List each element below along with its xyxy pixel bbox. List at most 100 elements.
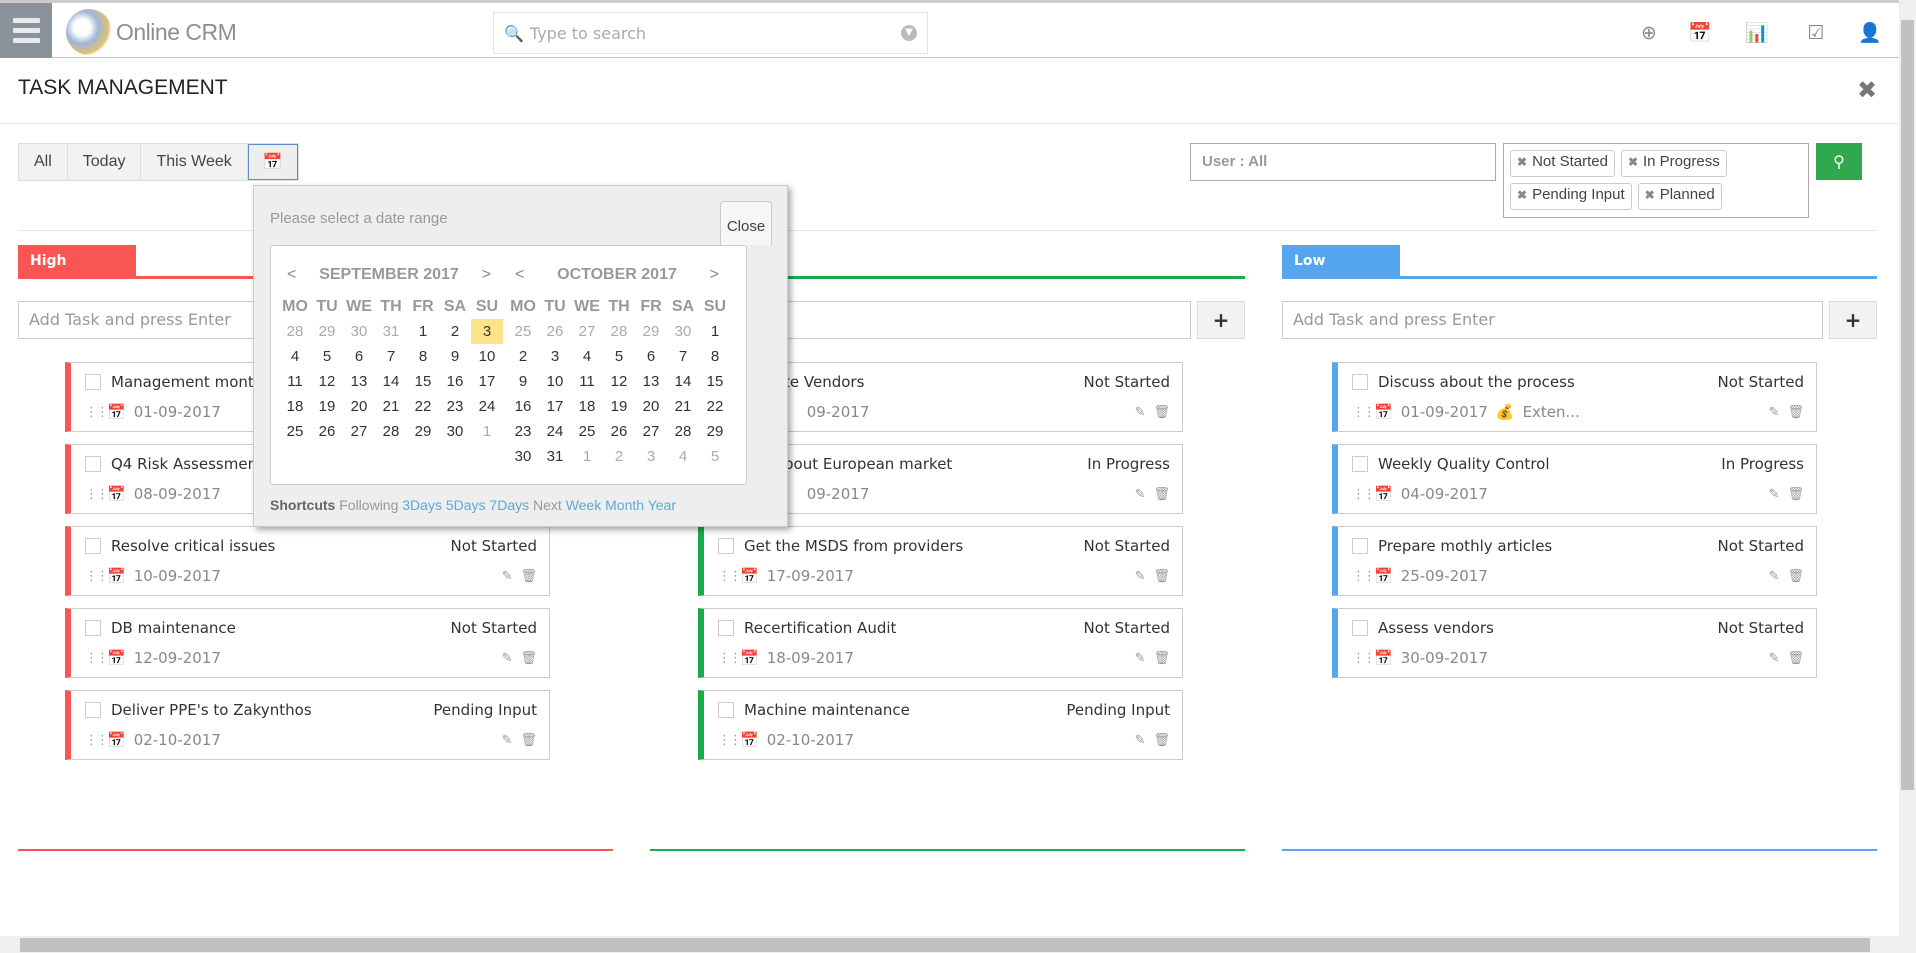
day-cell[interactable]: 3 <box>539 344 571 369</box>
day-cell[interactable]: 9 <box>507 369 539 394</box>
task-checkbox[interactable] <box>85 620 101 636</box>
task-title[interactable]: Machine maintenance <box>744 701 910 719</box>
day-cell[interactable]: 27 <box>571 319 603 344</box>
day-cell[interactable]: 29 <box>407 419 439 444</box>
day-cell[interactable]: 28 <box>279 319 311 344</box>
remove-icon[interactable]: ✖ <box>1517 188 1527 202</box>
task-card[interactable]: DB maintenance Not Started ⋮⋮ 📅 12-09-2017 … <box>65 608 550 678</box>
trash-icon[interactable]: 🗑 <box>520 733 537 748</box>
day-cell[interactable]: 10 <box>539 369 571 394</box>
drag-handle-icon[interactable]: ⋮⋮ <box>1352 405 1376 420</box>
drag-handle-icon[interactable]: ⋮⋮ <box>85 651 109 666</box>
plus-circle-icon[interactable]: ⊕ <box>1637 21 1661 45</box>
drag-handle-icon[interactable]: ⋮⋮ <box>85 733 109 748</box>
task-card[interactable]: Weekly Quality Control In Progress ⋮⋮ 📅 04-… <box>1332 444 1817 514</box>
user-icon[interactable]: 👤 <box>1858 21 1882 45</box>
task-title[interactable]: Get the MSDS from providers <box>744 537 963 555</box>
day-cell[interactable]: 24 <box>539 419 571 444</box>
day-cell[interactable]: 2 <box>439 319 471 344</box>
day-cell[interactable]: 13 <box>635 369 667 394</box>
day-cell[interactable]: 29 <box>699 419 731 444</box>
add-task-button[interactable]: + <box>1829 301 1877 339</box>
task-checkbox[interactable] <box>1352 374 1368 390</box>
filter-all-button[interactable]: All <box>19 144 68 180</box>
day-cell[interactable]: 28 <box>667 419 699 444</box>
task-checkbox[interactable] <box>1352 620 1368 636</box>
drag-handle-icon[interactable]: ⋮⋮ <box>85 487 109 502</box>
day-cell[interactable]: 30 <box>667 319 699 344</box>
task-checkbox[interactable] <box>85 456 101 472</box>
day-cell[interactable]: 27 <box>343 419 375 444</box>
day-cell[interactable]: 23 <box>507 419 539 444</box>
drag-handle-icon[interactable]: ⋮⋮ <box>1352 569 1376 584</box>
edit-icon[interactable]: ✎ <box>502 733 513 748</box>
edit-icon[interactable]: ✎ <box>502 569 513 584</box>
task-title[interactable]: bout European market <box>784 455 952 473</box>
edit-icon[interactable]: ✎ <box>1769 405 1780 420</box>
day-cell[interactable]: 21 <box>667 394 699 419</box>
day-cell[interactable]: 5 <box>311 344 343 369</box>
task-checkbox[interactable] <box>718 702 734 718</box>
shortcut-7days[interactable]: 7Days <box>489 497 529 513</box>
remove-icon[interactable]: ✖ <box>1645 188 1655 202</box>
day-cell[interactable]: 26 <box>311 419 343 444</box>
logo[interactable]: Online CRM <box>66 9 237 55</box>
task-title[interactable]: Assess vendors <box>1378 619 1494 637</box>
day-cell[interactable]: 11 <box>279 369 311 394</box>
trash-icon[interactable]: 🗑 <box>1787 569 1804 584</box>
day-cell[interactable]: 22 <box>699 394 731 419</box>
day-cell[interactable]: 30 <box>439 419 471 444</box>
task-checkbox[interactable] <box>85 374 101 390</box>
edit-icon[interactable]: ✎ <box>1769 487 1780 502</box>
day-cell[interactable]: 1 <box>699 319 731 344</box>
column-tab[interactable]: High <box>18 245 136 276</box>
day-cell[interactable]: 26 <box>539 319 571 344</box>
checkbox-icon[interactable]: ☑ <box>1804 21 1828 45</box>
task-checkbox[interactable] <box>718 538 734 554</box>
task-card[interactable]: Resolve critical issues Not Started ⋮⋮ 📅 10… <box>65 526 550 596</box>
task-card[interactable]: Get the MSDS from providers Not Started ⋮… <box>698 526 1183 596</box>
trash-icon[interactable]: 🗑 <box>1153 733 1170 748</box>
edit-icon[interactable]: ✎ <box>1135 733 1146 748</box>
shortcut-week[interactable]: Week <box>566 497 602 513</box>
day-cell[interactable]: 15 <box>699 369 731 394</box>
task-card[interactable]: Deliver PPE's to Zakynthos Pending Input … <box>65 690 550 760</box>
shortcut-3days[interactable]: 3Days <box>402 497 442 513</box>
edit-icon[interactable]: ✎ <box>1769 651 1780 666</box>
day-cell[interactable]: 1 <box>407 319 439 344</box>
edit-icon[interactable]: ✎ <box>1135 569 1146 584</box>
horizontal-scrollbar[interactable] <box>0 936 1916 953</box>
menu-toggle-button[interactable] <box>0 3 52 58</box>
day-cell[interactable]: 7 <box>667 344 699 369</box>
task-title[interactable]: Management month <box>111 373 263 391</box>
add-task-button[interactable]: + <box>1197 301 1245 339</box>
task-checkbox[interactable] <box>718 620 734 636</box>
task-card[interactable]: Assess vendors Not Started ⋮⋮ 📅 30-09-2017 … <box>1332 608 1817 678</box>
next-month-button[interactable]: > <box>482 266 491 284</box>
day-cell[interactable]: 7 <box>375 344 407 369</box>
shortcut-5days[interactable]: 5Days <box>446 497 486 513</box>
filter-today-button[interactable]: Today <box>68 144 142 180</box>
day-cell[interactable]: 12 <box>311 369 343 394</box>
day-cell[interactable]: 16 <box>439 369 471 394</box>
day-cell[interactable]: 25 <box>507 319 539 344</box>
day-cell[interactable]: 4 <box>667 444 699 469</box>
day-cell[interactable]: 20 <box>635 394 667 419</box>
drag-handle-icon[interactable]: ⋮⋮ <box>1352 487 1376 502</box>
day-cell[interactable]: 3 <box>635 444 667 469</box>
day-cell[interactable]: 8 <box>407 344 439 369</box>
edit-icon[interactable]: ✎ <box>502 651 513 666</box>
day-cell[interactable]: 11 <box>571 369 603 394</box>
drag-handle-icon[interactable]: ⋮⋮ <box>85 569 109 584</box>
day-cell[interactable]: 4 <box>571 344 603 369</box>
day-cell[interactable]: 18 <box>571 394 603 419</box>
drag-handle-icon[interactable]: ⋮⋮ <box>718 651 742 666</box>
day-cell[interactable]: 29 <box>311 319 343 344</box>
drag-handle-icon[interactable]: ⋮⋮ <box>718 569 742 584</box>
day-cell[interactable]: 13 <box>343 369 375 394</box>
next-month-button[interactable]: > <box>710 266 719 284</box>
task-card[interactable]: Recertification Audit Not Started ⋮⋮ 📅 18-0… <box>698 608 1183 678</box>
status-chip[interactable]: ✖ Pending Input <box>1510 183 1632 210</box>
shortcut-month[interactable]: Month <box>605 497 644 513</box>
filter-this-week-button[interactable]: This Week <box>141 144 248 180</box>
